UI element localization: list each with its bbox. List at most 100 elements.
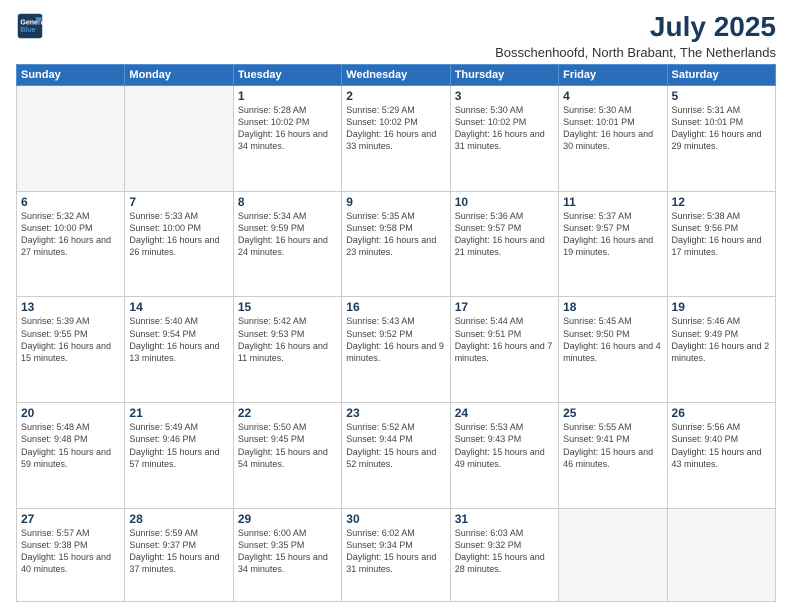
day-info: Sunrise: 5:46 AM Sunset: 9:49 PM Dayligh…: [672, 315, 771, 364]
calendar-day-cell: 15Sunrise: 5:42 AM Sunset: 9:53 PM Dayli…: [233, 297, 341, 403]
day-info: Sunrise: 6:00 AM Sunset: 9:35 PM Dayligh…: [238, 527, 337, 576]
calendar-day-cell: [667, 509, 775, 602]
calendar-day-cell: 23Sunrise: 5:52 AM Sunset: 9:44 PM Dayli…: [342, 403, 450, 509]
calendar-day-cell: 16Sunrise: 5:43 AM Sunset: 9:52 PM Dayli…: [342, 297, 450, 403]
calendar-day-cell: 11Sunrise: 5:37 AM Sunset: 9:57 PM Dayli…: [559, 191, 667, 297]
subtitle: Bosschenhoofd, North Brabant, The Nether…: [495, 45, 776, 60]
day-number: 26: [672, 406, 771, 420]
day-number: 7: [129, 195, 228, 209]
calendar-day-cell: 31Sunrise: 6:03 AM Sunset: 9:32 PM Dayli…: [450, 509, 558, 602]
day-number: 21: [129, 406, 228, 420]
day-info: Sunrise: 5:43 AM Sunset: 9:52 PM Dayligh…: [346, 315, 445, 364]
day-number: 6: [21, 195, 120, 209]
weekday-header-tuesday: Tuesday: [233, 64, 341, 85]
calendar-day-cell: 18Sunrise: 5:45 AM Sunset: 9:50 PM Dayli…: [559, 297, 667, 403]
day-info: Sunrise: 5:52 AM Sunset: 9:44 PM Dayligh…: [346, 421, 445, 470]
calendar-day-cell: 10Sunrise: 5:36 AM Sunset: 9:57 PM Dayli…: [450, 191, 558, 297]
calendar-day-cell: 21Sunrise: 5:49 AM Sunset: 9:46 PM Dayli…: [125, 403, 233, 509]
day-info: Sunrise: 5:37 AM Sunset: 9:57 PM Dayligh…: [563, 210, 662, 259]
day-number: 1: [238, 89, 337, 103]
day-info: Sunrise: 5:28 AM Sunset: 10:02 PM Daylig…: [238, 104, 337, 153]
day-info: Sunrise: 5:36 AM Sunset: 9:57 PM Dayligh…: [455, 210, 554, 259]
calendar-week-row: 20Sunrise: 5:48 AM Sunset: 9:48 PM Dayli…: [17, 403, 776, 509]
calendar-day-cell: 27Sunrise: 5:57 AM Sunset: 9:38 PM Dayli…: [17, 509, 125, 602]
day-info: Sunrise: 5:39 AM Sunset: 9:55 PM Dayligh…: [21, 315, 120, 364]
logo-icon: General Blue: [16, 12, 44, 40]
calendar-day-cell: 17Sunrise: 5:44 AM Sunset: 9:51 PM Dayli…: [450, 297, 558, 403]
day-info: Sunrise: 5:40 AM Sunset: 9:54 PM Dayligh…: [129, 315, 228, 364]
day-info: Sunrise: 5:45 AM Sunset: 9:50 PM Dayligh…: [563, 315, 662, 364]
calendar-day-cell: 5Sunrise: 5:31 AM Sunset: 10:01 PM Dayli…: [667, 85, 775, 191]
day-number: 31: [455, 512, 554, 526]
title-block: July 2025 Bosschenhoofd, North Brabant, …: [495, 12, 776, 60]
day-number: 28: [129, 512, 228, 526]
day-info: Sunrise: 5:56 AM Sunset: 9:40 PM Dayligh…: [672, 421, 771, 470]
weekday-header-thursday: Thursday: [450, 64, 558, 85]
day-number: 14: [129, 300, 228, 314]
day-number: 27: [21, 512, 120, 526]
calendar-day-cell: 1Sunrise: 5:28 AM Sunset: 10:02 PM Dayli…: [233, 85, 341, 191]
day-number: 9: [346, 195, 445, 209]
day-info: Sunrise: 5:33 AM Sunset: 10:00 PM Daylig…: [129, 210, 228, 259]
day-info: Sunrise: 5:48 AM Sunset: 9:48 PM Dayligh…: [21, 421, 120, 470]
calendar-day-cell: 25Sunrise: 5:55 AM Sunset: 9:41 PM Dayli…: [559, 403, 667, 509]
day-number: 17: [455, 300, 554, 314]
calendar-day-cell: 8Sunrise: 5:34 AM Sunset: 9:59 PM Daylig…: [233, 191, 341, 297]
day-info: Sunrise: 5:53 AM Sunset: 9:43 PM Dayligh…: [455, 421, 554, 470]
calendar-day-cell: [559, 509, 667, 602]
calendar-day-cell: 22Sunrise: 5:50 AM Sunset: 9:45 PM Dayli…: [233, 403, 341, 509]
logo: General Blue General Blue: [16, 12, 44, 40]
calendar-week-row: 13Sunrise: 5:39 AM Sunset: 9:55 PM Dayli…: [17, 297, 776, 403]
day-number: 30: [346, 512, 445, 526]
calendar-day-cell: 6Sunrise: 5:32 AM Sunset: 10:00 PM Dayli…: [17, 191, 125, 297]
day-number: 18: [563, 300, 662, 314]
day-number: 19: [672, 300, 771, 314]
day-info: Sunrise: 6:03 AM Sunset: 9:32 PM Dayligh…: [455, 527, 554, 576]
weekday-header-friday: Friday: [559, 64, 667, 85]
day-number: 11: [563, 195, 662, 209]
calendar-day-cell: 24Sunrise: 5:53 AM Sunset: 9:43 PM Dayli…: [450, 403, 558, 509]
day-info: Sunrise: 5:35 AM Sunset: 9:58 PM Dayligh…: [346, 210, 445, 259]
weekday-header-row: SundayMondayTuesdayWednesdayThursdayFrid…: [17, 64, 776, 85]
day-info: Sunrise: 5:44 AM Sunset: 9:51 PM Dayligh…: [455, 315, 554, 364]
day-number: 23: [346, 406, 445, 420]
calendar-day-cell: 3Sunrise: 5:30 AM Sunset: 10:02 PM Dayli…: [450, 85, 558, 191]
day-info: Sunrise: 5:34 AM Sunset: 9:59 PM Dayligh…: [238, 210, 337, 259]
day-number: 12: [672, 195, 771, 209]
calendar-day-cell: 29Sunrise: 6:00 AM Sunset: 9:35 PM Dayli…: [233, 509, 341, 602]
calendar-day-cell: [125, 85, 233, 191]
month-title: July 2025: [495, 12, 776, 43]
day-info: Sunrise: 5:29 AM Sunset: 10:02 PM Daylig…: [346, 104, 445, 153]
calendar-week-row: 6Sunrise: 5:32 AM Sunset: 10:00 PM Dayli…: [17, 191, 776, 297]
day-info: Sunrise: 5:32 AM Sunset: 10:00 PM Daylig…: [21, 210, 120, 259]
svg-text:Blue: Blue: [20, 27, 35, 34]
calendar-day-cell: 12Sunrise: 5:38 AM Sunset: 9:56 PM Dayli…: [667, 191, 775, 297]
day-number: 15: [238, 300, 337, 314]
day-number: 20: [21, 406, 120, 420]
weekday-header-monday: Monday: [125, 64, 233, 85]
day-info: Sunrise: 5:42 AM Sunset: 9:53 PM Dayligh…: [238, 315, 337, 364]
day-number: 4: [563, 89, 662, 103]
day-info: Sunrise: 5:59 AM Sunset: 9:37 PM Dayligh…: [129, 527, 228, 576]
day-number: 8: [238, 195, 337, 209]
day-number: 10: [455, 195, 554, 209]
calendar-day-cell: [17, 85, 125, 191]
calendar-day-cell: 30Sunrise: 6:02 AM Sunset: 9:34 PM Dayli…: [342, 509, 450, 602]
calendar-day-cell: 9Sunrise: 5:35 AM Sunset: 9:58 PM Daylig…: [342, 191, 450, 297]
day-info: Sunrise: 5:57 AM Sunset: 9:38 PM Dayligh…: [21, 527, 120, 576]
calendar-day-cell: 19Sunrise: 5:46 AM Sunset: 9:49 PM Dayli…: [667, 297, 775, 403]
day-number: 5: [672, 89, 771, 103]
weekday-header-wednesday: Wednesday: [342, 64, 450, 85]
day-number: 25: [563, 406, 662, 420]
day-info: Sunrise: 5:31 AM Sunset: 10:01 PM Daylig…: [672, 104, 771, 153]
calendar-day-cell: 7Sunrise: 5:33 AM Sunset: 10:00 PM Dayli…: [125, 191, 233, 297]
day-info: Sunrise: 6:02 AM Sunset: 9:34 PM Dayligh…: [346, 527, 445, 576]
day-number: 16: [346, 300, 445, 314]
page: General Blue General Blue July 2025 Boss…: [0, 0, 792, 612]
day-number: 2: [346, 89, 445, 103]
weekday-header-saturday: Saturday: [667, 64, 775, 85]
calendar-table: SundayMondayTuesdayWednesdayThursdayFrid…: [16, 64, 776, 602]
day-info: Sunrise: 5:49 AM Sunset: 9:46 PM Dayligh…: [129, 421, 228, 470]
calendar-day-cell: 28Sunrise: 5:59 AM Sunset: 9:37 PM Dayli…: [125, 509, 233, 602]
header: General Blue General Blue July 2025 Boss…: [16, 12, 776, 60]
